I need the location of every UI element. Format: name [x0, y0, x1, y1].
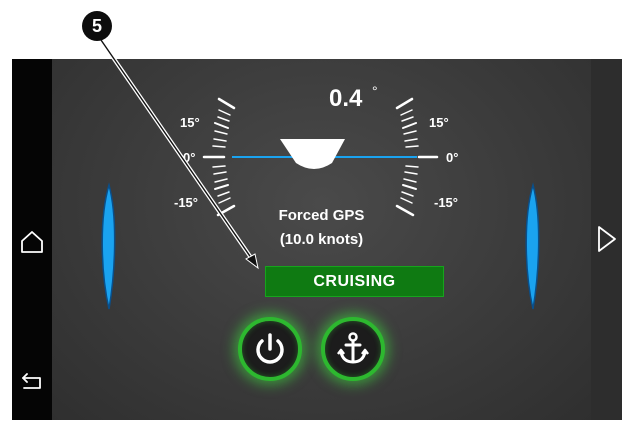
left-scale [202, 97, 236, 217]
back-arrow-icon[interactable] [21, 372, 43, 390]
status-badge: CRUISING [265, 266, 444, 297]
play-triangle-icon[interactable] [596, 224, 618, 254]
hull-icon [280, 139, 345, 169]
right-gauge-mid-label: 0° [446, 150, 459, 165]
mode-label: Forced GPS [278, 207, 365, 224]
display-screen: 0.4 ° 15° 0° -15° 15° 0° -15° Forced GPS… [52, 59, 591, 420]
device-frame: 0.4 ° 15° 0° -15° 15° 0° -15° Forced GPS… [12, 59, 622, 420]
right-sidebar [591, 59, 622, 420]
anchor-button[interactable] [321, 317, 385, 381]
anchor-icon [337, 332, 369, 364]
speed-label: (10.0 knots) [279, 231, 364, 248]
power-icon [256, 333, 284, 364]
home-icon[interactable] [20, 230, 44, 254]
left-sidebar [12, 59, 52, 420]
left-gauge-mid-label: 0° [183, 150, 196, 165]
power-button[interactable] [238, 317, 302, 381]
right-gauge-top-label: 15° [429, 115, 449, 130]
callout-badge: 5 [82, 11, 112, 41]
left-gauge-top-label: 15° [180, 115, 200, 130]
